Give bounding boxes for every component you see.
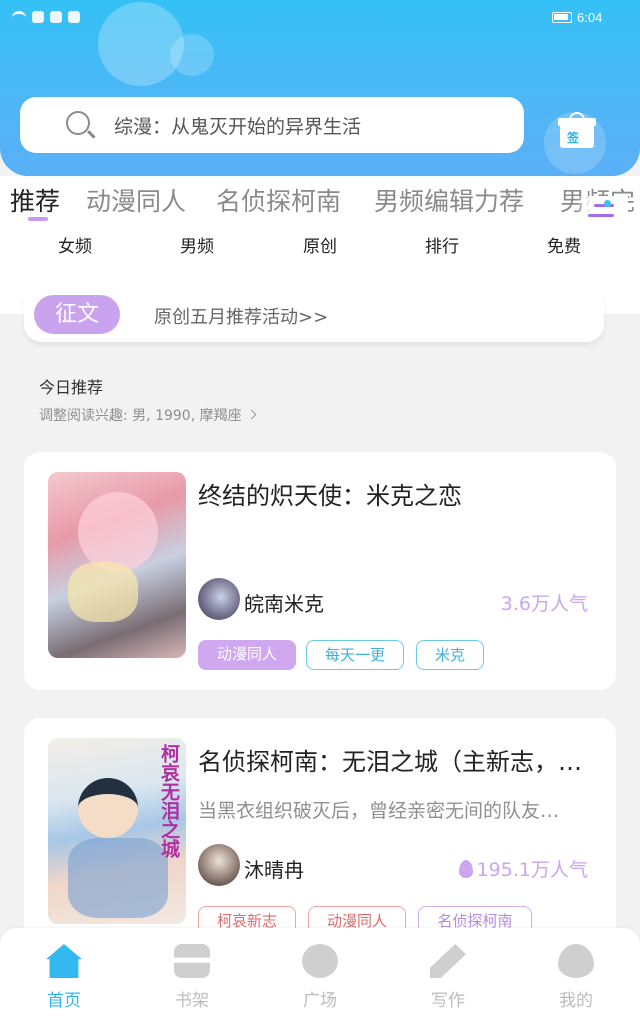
nav-label: 首页: [47, 991, 81, 1011]
wifi-icon: [12, 11, 26, 23]
book-tag[interactable]: 每天一更: [306, 640, 404, 670]
nav-write[interactable]: 写作: [398, 938, 498, 1018]
author-avatar[interactable]: [198, 844, 240, 886]
book-cover[interactable]: [48, 472, 186, 658]
category-tabs: 推荐 动漫同人 名侦探柯南 男频编辑力荐 男频完: [0, 176, 640, 224]
chevron-right-icon: [246, 409, 257, 420]
tab-recommend[interactable]: 推荐: [10, 182, 60, 218]
book-tag[interactable]: 动漫同人: [198, 640, 296, 670]
book-cover[interactable]: 柯哀无泪之城: [48, 738, 186, 924]
contest-banner[interactable]: 征文 原创五月推荐活动>>: [24, 286, 604, 342]
checkin-gift-button[interactable]: 签: [558, 112, 596, 148]
notification-icon: [50, 11, 62, 23]
book-card[interactable]: 终结的炽天使：米克之恋 皖南米克 3.6万人气 动漫同人 每天一更 米克: [24, 452, 616, 690]
write-icon: [430, 944, 466, 978]
book-title: 终结的炽天使：米克之恋: [198, 482, 462, 510]
status-icons: [12, 11, 80, 23]
nav-plaza[interactable]: 广场: [270, 938, 370, 1018]
bookshelf-icon: [174, 944, 210, 978]
home-icon: [46, 944, 82, 978]
author-name[interactable]: 沐晴冉: [244, 854, 304, 883]
popularity-value: 195.1万人气: [476, 859, 588, 881]
cover-title: 柯哀无泪之城: [158, 744, 180, 858]
contest-badge: 征文: [34, 295, 120, 334]
nav-label: 广场: [303, 991, 337, 1011]
author-avatar[interactable]: [198, 578, 240, 620]
plaza-icon: [302, 944, 338, 978]
channel-female[interactable]: 女频: [35, 232, 115, 257]
section-title: 今日推荐: [39, 378, 104, 397]
tab-male-editor-picks[interactable]: 男频编辑力荐: [374, 182, 524, 218]
author-name[interactable]: 皖南米克: [244, 588, 324, 617]
search-placeholder: 综漫：从鬼灭开始的异界生活: [114, 116, 362, 138]
contest-text: 原创五月推荐活动>>: [154, 307, 329, 328]
nav-label: 写作: [431, 991, 465, 1011]
checkin-label: 签: [567, 131, 580, 145]
channel-male[interactable]: 男频: [157, 232, 237, 257]
notification-dot: [604, 200, 611, 207]
search-icon: [66, 111, 90, 135]
nav-home[interactable]: 首页: [14, 938, 114, 1018]
channel-free[interactable]: 免费: [524, 232, 604, 257]
nav-mine[interactable]: 我的: [526, 938, 626, 1018]
nav-label: 我的: [559, 991, 593, 1011]
battery-icon: [552, 12, 572, 23]
active-tab-indicator: [28, 217, 48, 221]
notification-icon: [68, 11, 80, 23]
book-description: 当黑衣组织破灭后，曾经亲密无间的队友…: [198, 800, 560, 822]
book-tag[interactable]: 米克: [416, 640, 484, 670]
adjust-interest-link[interactable]: 调整阅读兴趣: 男, 1990, 摩羯座: [39, 405, 257, 425]
bottom-nav: 首页 书架 广场 写作 我的: [0, 928, 640, 1024]
flame-icon: [458, 860, 473, 878]
channel-ranking[interactable]: 排行: [402, 232, 482, 257]
status-bar: 6:04: [0, 0, 640, 36]
popularity: 195.1万人气: [458, 855, 588, 882]
nav-bookshelf[interactable]: 书架: [142, 938, 242, 1018]
clock: 6:04: [577, 10, 603, 25]
book-title: 名侦探柯南：无泪之城（主新志，…: [198, 748, 582, 776]
interest-text: 调整阅读兴趣: 男, 1990, 摩羯座: [39, 408, 242, 424]
tab-anime-fanfic[interactable]: 动漫同人: [86, 182, 186, 218]
decor-bubble: [170, 34, 214, 76]
channel-original[interactable]: 原创: [280, 232, 360, 257]
book-card[interactable]: 柯哀无泪之城 名侦探柯南：无泪之城（主新志，… 当黑衣组织破灭后，曾经亲密无间的…: [24, 718, 616, 958]
notification-icon: [32, 11, 44, 23]
nav-label: 书架: [175, 991, 209, 1011]
tab-detective-conan[interactable]: 名侦探柯南: [216, 182, 341, 218]
mine-icon: [558, 944, 594, 978]
search-bar[interactable]: 综漫：从鬼灭开始的异界生活: [20, 97, 524, 153]
popularity: 3.6万人气: [500, 593, 588, 615]
